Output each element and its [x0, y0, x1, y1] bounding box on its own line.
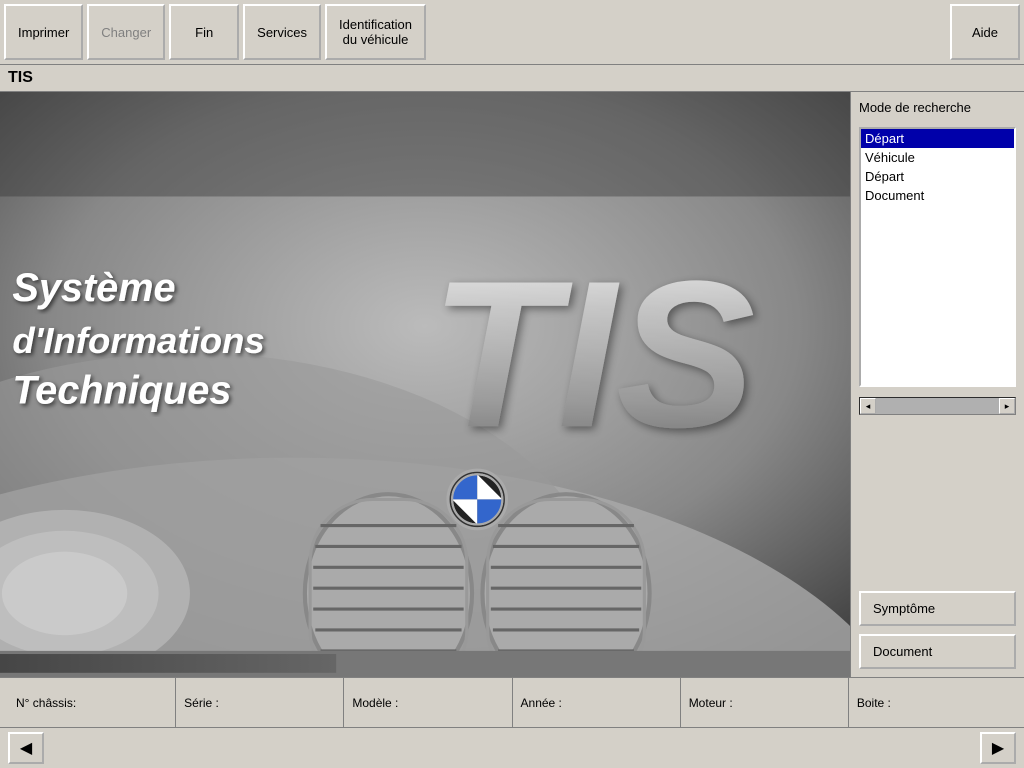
serie-label: Série : [184, 696, 219, 710]
svg-text:d'Informations: d'Informations [12, 320, 264, 361]
identification-button[interactable]: Identification du véhicule [325, 4, 426, 60]
annee-field: Année : [513, 678, 681, 727]
symptome-button[interactable]: Symptôme [859, 591, 1016, 626]
page-title: TIS [0, 65, 1024, 92]
moteur-field: Moteur : [681, 678, 849, 727]
search-list-scrollbar[interactable]: ◂ ▸ [859, 397, 1016, 415]
modele-field: Modèle : [344, 678, 512, 727]
modele-label: Modèle : [352, 696, 398, 710]
fin-button[interactable]: Fin [169, 4, 239, 60]
next-button[interactable]: ▶ [980, 732, 1016, 764]
boite-label: Boite : [857, 696, 891, 710]
status-bar: N° châssis: Série : Modèle : Année : Mot… [0, 677, 1024, 727]
svg-text:TIS: TIS [430, 238, 755, 471]
list-item-depart[interactable]: Départ [861, 129, 1014, 148]
scroll-right-arrow[interactable]: ▸ [999, 398, 1015, 414]
search-mode-label: Mode de recherche [859, 100, 1016, 115]
document-button[interactable]: Document [859, 634, 1016, 669]
svg-text:Techniques: Techniques [12, 368, 231, 412]
list-item-document[interactable]: Document [861, 186, 1014, 205]
scroll-track [876, 398, 999, 414]
chassis-field: N° châssis: [8, 678, 176, 727]
annee-label: Année : [521, 696, 562, 710]
svg-text:Système: Système [12, 266, 175, 310]
right-panel: Mode de recherche Départ Véhicule Départ… [850, 92, 1024, 677]
nav-bar: ◀ ▶ [0, 727, 1024, 767]
tis-splash-svg: TIS Système d'Informations Techniques [0, 92, 850, 677]
toolbar-spacer [430, 4, 946, 60]
prev-button[interactable]: ◀ [8, 732, 44, 764]
serie-field: Série : [176, 678, 344, 727]
moteur-label: Moteur : [689, 696, 733, 710]
changer-button[interactable]: Changer [87, 4, 165, 60]
list-item-depart2[interactable]: Départ [861, 167, 1014, 186]
scroll-left-arrow[interactable]: ◂ [860, 398, 876, 414]
imprimer-button[interactable]: Imprimer [4, 4, 83, 60]
chassis-label: N° châssis: [16, 696, 76, 710]
tis-splash-area: TIS Système d'Informations Techniques [0, 92, 850, 677]
toolbar: Imprimer Changer Fin Services Identifica… [0, 0, 1024, 65]
boite-field: Boite : [849, 678, 1016, 727]
list-item-vehicule[interactable]: Véhicule [861, 148, 1014, 167]
search-mode-list[interactable]: Départ Véhicule Départ Document [859, 127, 1016, 387]
main-content: TIS Système d'Informations Techniques Mo… [0, 92, 1024, 677]
aide-button[interactable]: Aide [950, 4, 1020, 60]
services-button[interactable]: Services [243, 4, 321, 60]
